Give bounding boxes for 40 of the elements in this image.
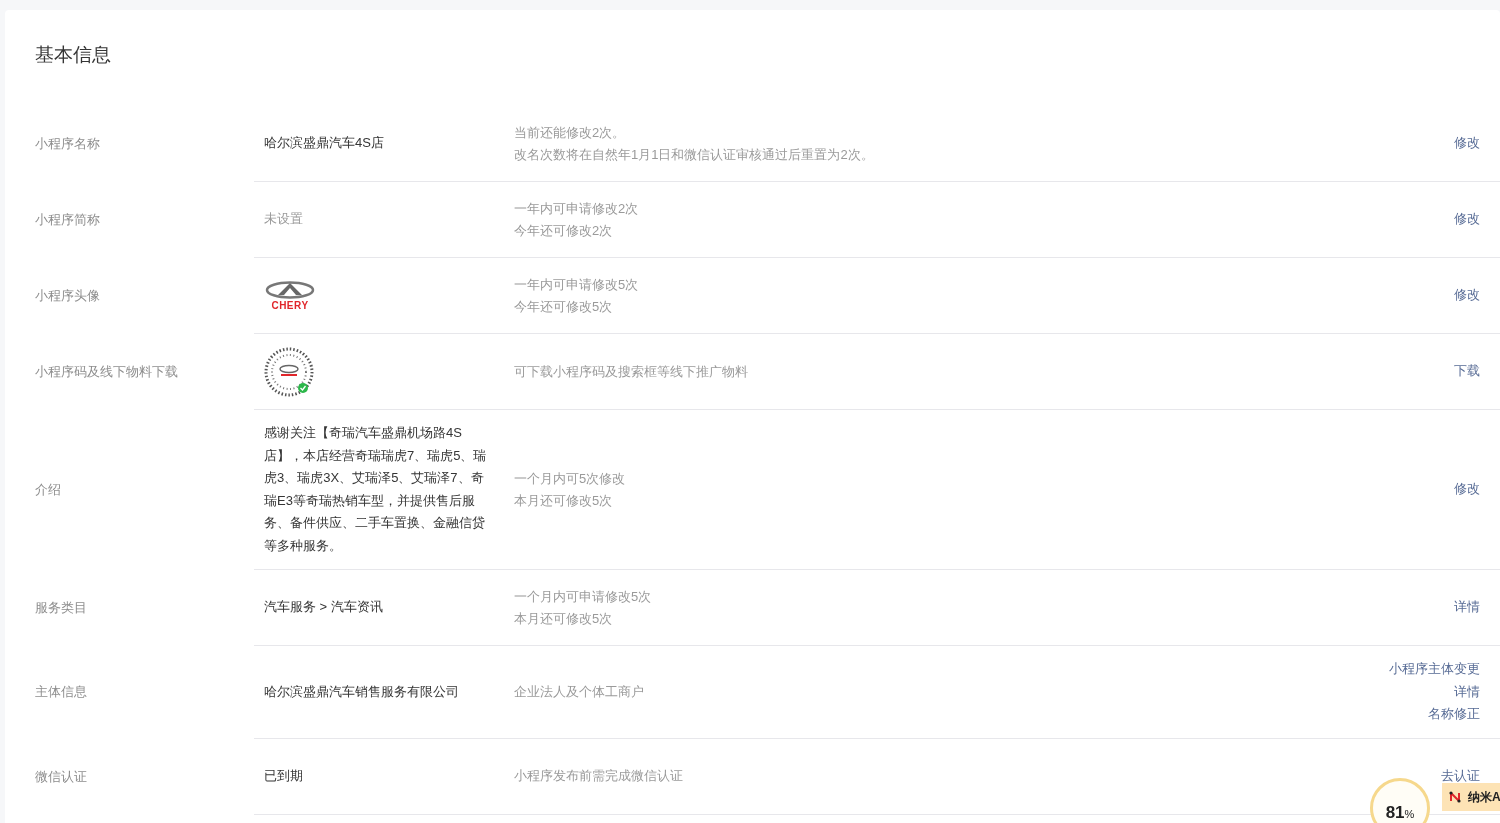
avatar-logo-drawing: CHERY xyxy=(264,280,316,311)
action-link[interactable]: 修改 xyxy=(1454,208,1480,231)
action-link[interactable]: 小程序主体变更 xyxy=(1389,658,1480,681)
mini-program-code-icon xyxy=(264,346,314,397)
action-link[interactable]: 详情 xyxy=(1454,596,1480,619)
action-link[interactable]: 详情 xyxy=(1454,680,1480,703)
hint-text: 一年内可申请修改5次 xyxy=(514,275,640,294)
section-title: 基本信息 xyxy=(35,43,112,67)
field-label: 小程序名称 xyxy=(35,135,101,153)
field-label: 小程序简称 xyxy=(35,211,101,229)
action-link[interactable]: 修改 xyxy=(1454,132,1480,155)
hint-text: 小程序发布前需完成微信认证 xyxy=(514,767,684,785)
hint-text: 可下载小程序码及搜索框等线下推广物料 xyxy=(514,362,749,381)
field-label: 服务类目 xyxy=(35,599,88,617)
floating-tab[interactable]: 纳米A xyxy=(1442,783,1500,811)
hint-text: 今年还可修改2次 xyxy=(514,221,614,240)
hint-text: 企业法人及个体工商户 xyxy=(514,682,645,701)
field-label: 小程序码及线下物料下载 xyxy=(35,363,179,381)
action-link[interactable]: 下载 xyxy=(1454,360,1480,383)
node-icon xyxy=(1448,790,1462,804)
action-link[interactable]: 修改 xyxy=(1454,284,1480,307)
field-label: 微信认证 xyxy=(35,767,88,786)
hint-text: 今年还可修改5次 xyxy=(514,297,614,316)
field-value: 未设置 xyxy=(264,210,304,229)
field-value: 已到期 xyxy=(264,766,304,785)
field-value: 哈尔滨盛鼎汽车4S店 xyxy=(264,134,385,153)
hint-text: 本月还可修改5次 xyxy=(514,609,614,628)
hint-text: 一年内可申请修改2次 xyxy=(514,199,640,218)
action-link[interactable]: 修改 xyxy=(1454,478,1480,501)
hint-text: 改名次数将在自然年1月1日和微信认证审核通过后重置为2次。 xyxy=(514,145,875,164)
field-label: 主体信息 xyxy=(35,683,88,702)
field-value: 哈尔滨盛鼎汽车销售服务有限公司 xyxy=(264,682,460,701)
tab-label: 纳米A xyxy=(1468,788,1500,806)
field-label: 小程序头像 xyxy=(35,287,101,305)
action-link[interactable]: 名称修正 xyxy=(1428,703,1480,726)
field-label: 介绍 xyxy=(35,481,62,499)
hint-text: 本月还可修改5次 xyxy=(514,491,614,510)
field-value: 汽车服务 > 汽车资讯 xyxy=(264,598,384,617)
hint-text: 当前还能修改2次。 xyxy=(514,123,627,142)
field-value: 感谢关注【奇瑞汽车盛鼎机场路4S店】，本店经营奇瑞瑞虎7、瑞虎5、瑞虎3、瑞虎3X、艾瑞泽5、艾瑞泽7、奇瑞E3等奇瑞热销车型，并提供售后服务、备件供应、二手车置换、金融信贷等多种服务。 xyxy=(264,424,488,555)
